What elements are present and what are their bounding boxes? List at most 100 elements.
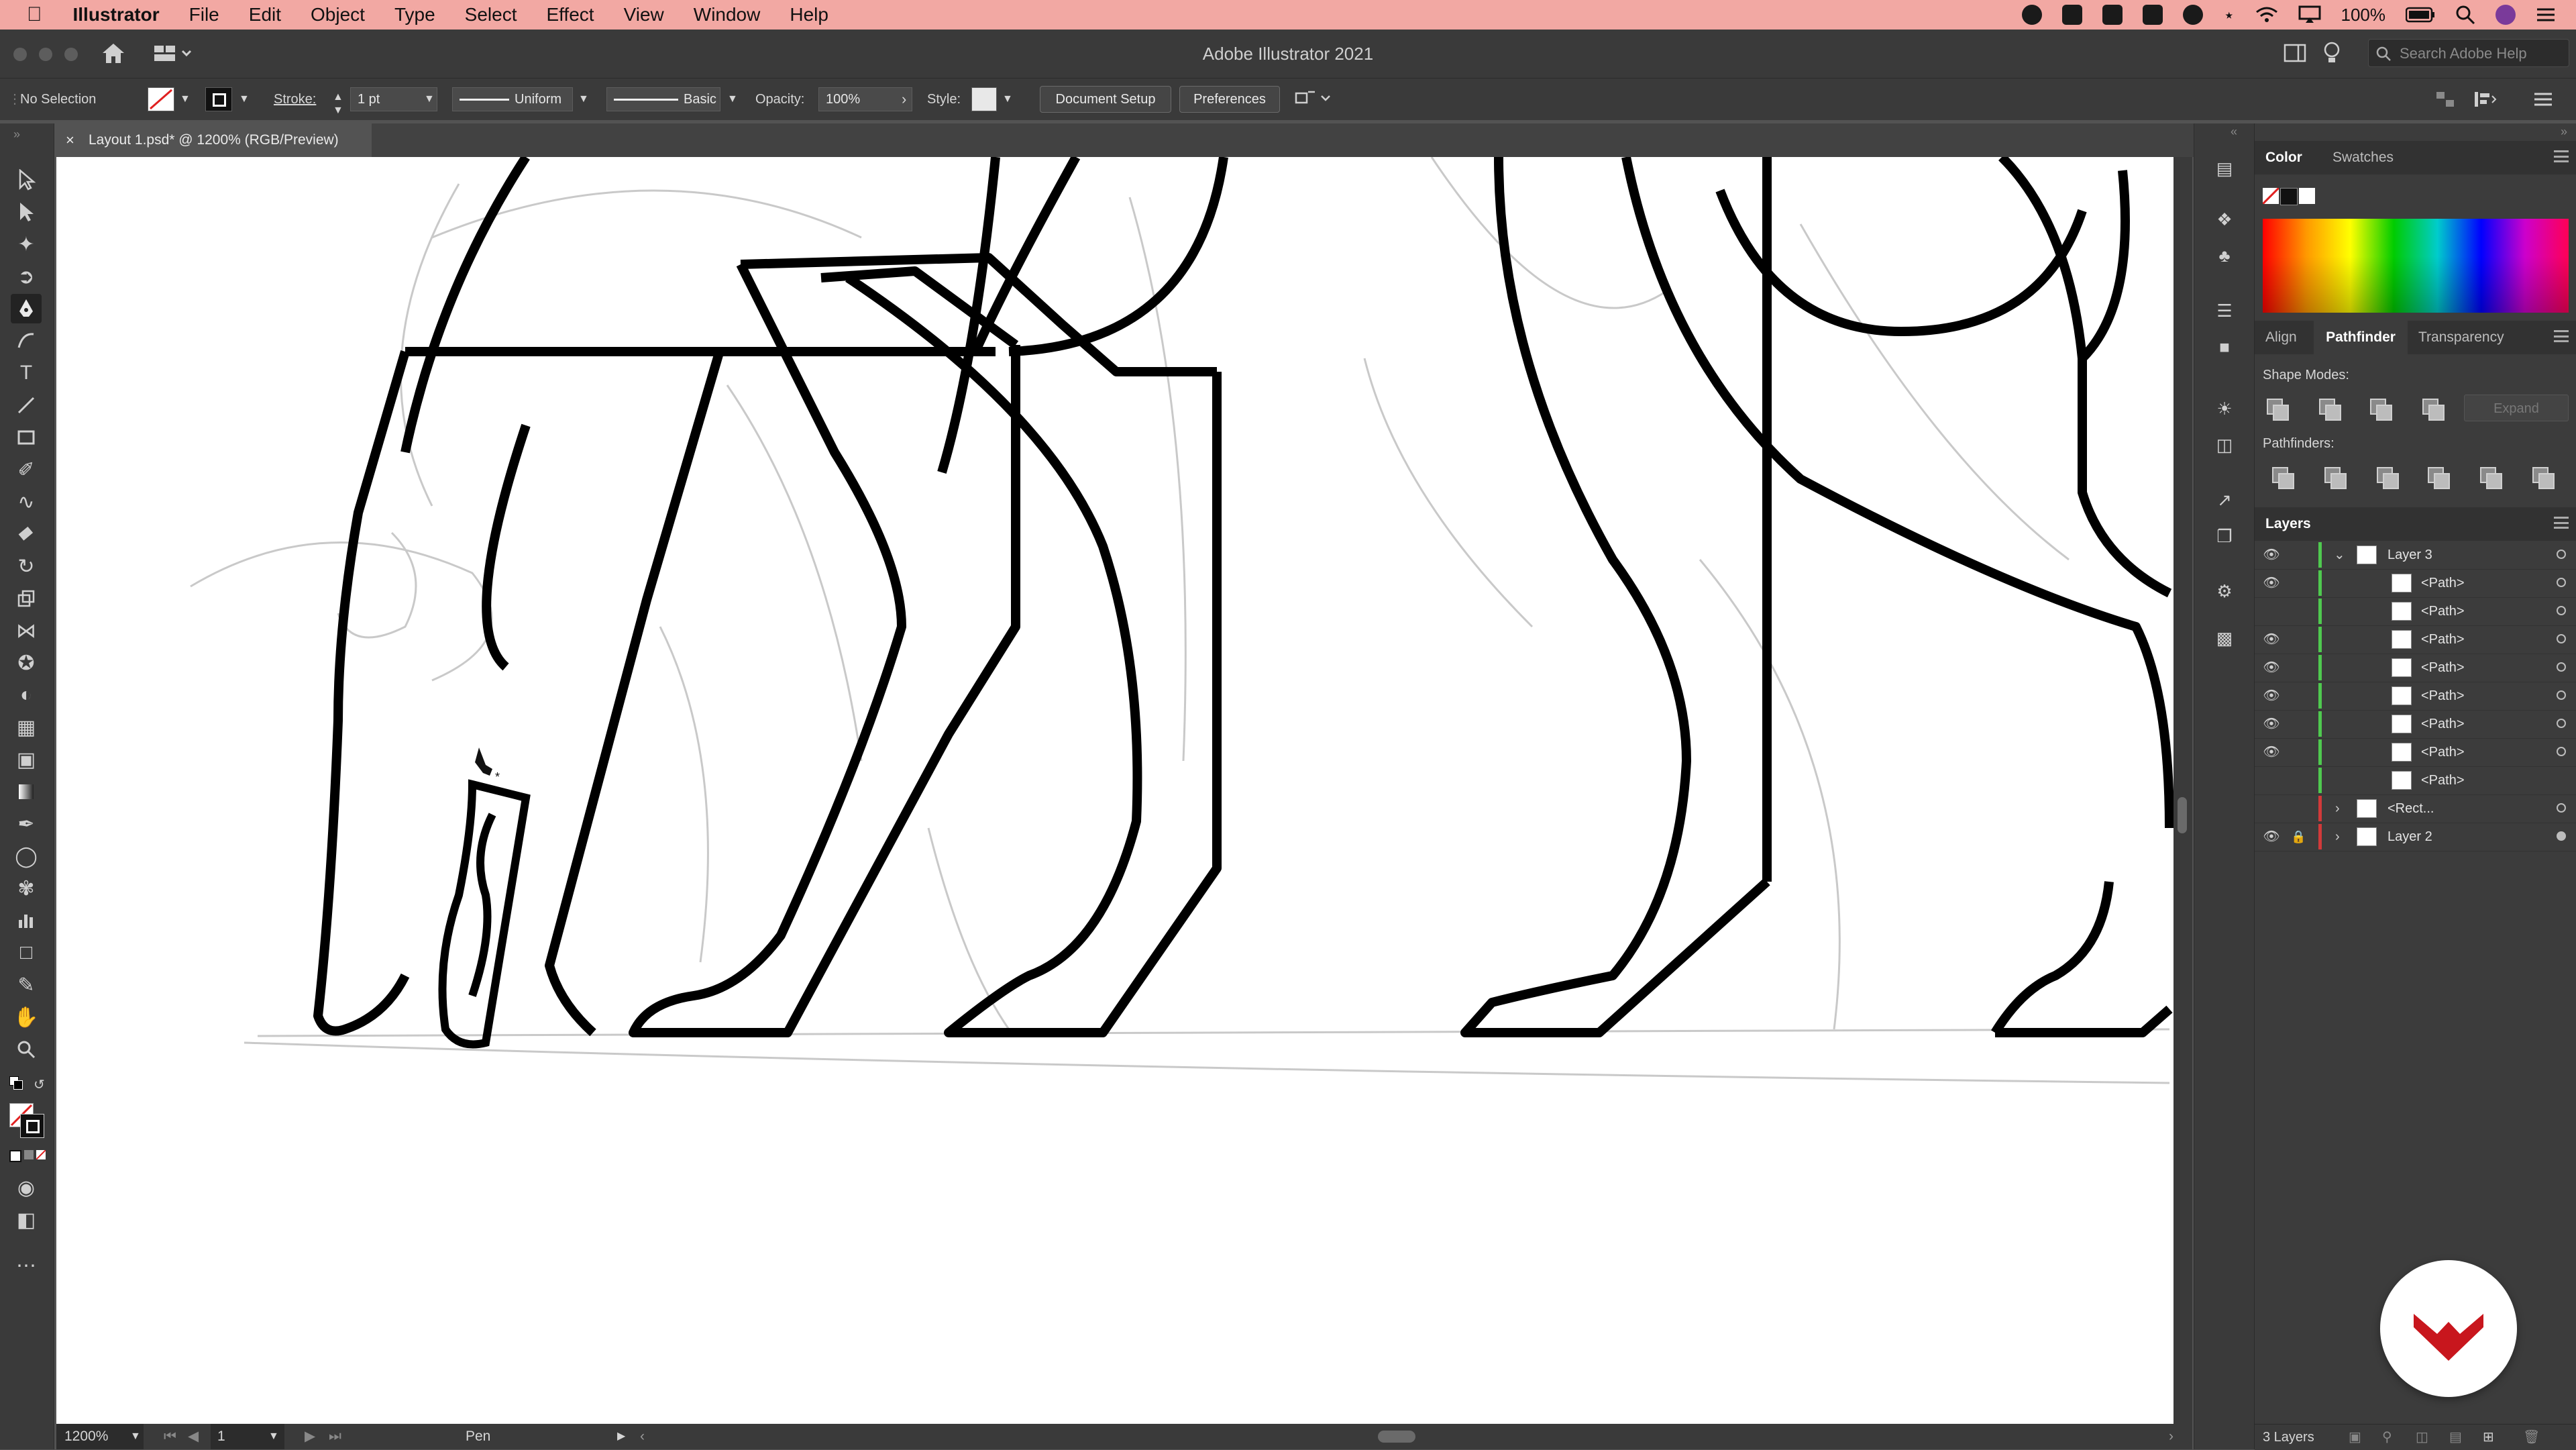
brush-dropdown-chevron-icon[interactable]: ▼	[727, 79, 738, 120]
stroke-color-indicator[interactable]	[20, 1114, 44, 1138]
expand-button[interactable]: Expand	[2464, 395, 2569, 421]
stroke-swatch[interactable]	[205, 87, 232, 111]
target-circle-icon[interactable]	[2557, 747, 2566, 756]
opacity-label[interactable]: Opacity:	[755, 79, 804, 120]
gradient-tool-icon[interactable]	[11, 777, 42, 807]
layer-row-path[interactable]: 👁 <Path>	[2255, 569, 2576, 598]
default-colors-icon[interactable]	[9, 1076, 24, 1091]
rotate-tool-icon[interactable]: ↻	[11, 552, 42, 581]
first-artboard-icon[interactable]: ⏮	[164, 1424, 176, 1449]
puppet-warp-tool-icon[interactable]: ✪	[11, 648, 42, 678]
spotlight-search-icon[interactable]	[2455, 5, 2475, 25]
airplay-icon[interactable]	[2298, 5, 2321, 24]
variable-width-profile-dropdown[interactable]: Uniform	[452, 87, 573, 111]
layer-name[interactable]: <Path>	[2421, 710, 2465, 738]
layer-row-path[interactable]: 👁 <Path>	[2255, 738, 2576, 767]
isolate-selection-icon[interactable]	[2435, 91, 2455, 108]
lasso-tool-icon[interactable]: ➲	[11, 262, 42, 291]
unite-shape-mode-icon[interactable]	[2267, 399, 2289, 421]
paintbrush-tool-icon[interactable]: ✐	[11, 455, 42, 484]
layer-row-rectangle[interactable]: <Path>	[2255, 766, 2576, 795]
edit-toolbar-icon[interactable]: ⋯	[11, 1251, 42, 1280]
layer-name[interactable]: <Path>	[2421, 766, 2465, 794]
scale-tool-icon[interactable]	[11, 584, 42, 613]
keyboard-icon[interactable]	[2102, 5, 2123, 25]
tab-align[interactable]: Align	[2265, 321, 2297, 354]
artboards-panel-icon[interactable]: ❐	[2213, 525, 2236, 548]
target-circle-icon[interactable]	[2557, 719, 2566, 728]
layer-row-layer-3[interactable]: 👁 ⌄ Layer 3	[2255, 541, 2576, 570]
target-circle-icon[interactable]	[2557, 634, 2566, 643]
menu-view[interactable]: View	[624, 4, 664, 25]
opacity-expand-chevron-icon[interactable]: ›	[902, 79, 906, 120]
menu-select[interactable]: Select	[465, 4, 517, 25]
last-artboard-icon[interactable]: ⏭	[329, 1424, 341, 1449]
pathfinder-panel-menu-icon[interactable]	[2554, 330, 2569, 342]
stroke-weight-dropdown-icon[interactable]: ▼	[424, 79, 435, 120]
layer-row-path[interactable]: 👁 <Path>	[2255, 710, 2576, 739]
wifi-icon[interactable]	[2255, 6, 2278, 23]
horizontal-scroll-thumb[interactable]	[1378, 1431, 1415, 1443]
fill-swatch[interactable]	[148, 87, 174, 111]
close-tab-icon[interactable]: ×	[66, 123, 74, 157]
lightbulb-icon[interactable]	[2322, 42, 2341, 64]
layer-name[interactable]: <Path>	[2421, 597, 2465, 625]
color-panel-menu-icon[interactable]	[2554, 150, 2569, 162]
pen-tool-icon[interactable]	[11, 294, 42, 323]
vertical-scrollbar[interactable]	[2174, 157, 2192, 1424]
stroke-label[interactable]: Stroke:	[274, 79, 316, 120]
tab-swatches[interactable]: Swatches	[2332, 141, 2394, 174]
trim-pathfinder-icon[interactable]	[2324, 467, 2347, 489]
gradient-mode-icon[interactable]	[24, 1150, 34, 1159]
align-options-icon[interactable]	[1295, 89, 1332, 109]
target-circle-icon[interactable]	[2557, 662, 2566, 672]
shaper-tool-icon[interactable]: ∿	[11, 487, 42, 517]
style-dropdown-chevron-icon[interactable]: ▼	[1002, 79, 1013, 120]
visibility-eye-icon[interactable]: 👁	[2261, 823, 2282, 851]
color-panel-none-icon[interactable]	[2263, 188, 2279, 204]
magic-wand-tool-icon[interactable]: ✦	[11, 229, 42, 259]
menu-file[interactable]: File	[189, 4, 219, 25]
target-circle-icon[interactable]	[2557, 803, 2566, 813]
artboard-tool-icon[interactable]: □	[11, 938, 42, 968]
tab-transparency[interactable]: Transparency	[2418, 321, 2504, 354]
battery-icon[interactable]	[2406, 7, 2435, 23]
export-panel-icon[interactable]: ↗	[2213, 488, 2236, 511]
profile-dropdown-chevron-icon[interactable]: ▼	[578, 79, 589, 120]
none-mode-icon[interactable]	[36, 1150, 46, 1159]
symbol-sprayer-tool-icon[interactable]: ✾	[11, 874, 42, 903]
vertical-scroll-thumb[interactable]	[2178, 797, 2187, 833]
menu-effect[interactable]: Effect	[546, 4, 594, 25]
stroke-weight-stepper[interactable]: ▲ ▼	[333, 91, 343, 116]
tab-color[interactable]: Color	[2265, 141, 2302, 174]
layer-name[interactable]: <Rect...	[2387, 794, 2434, 823]
preferences-button[interactable]: Preferences	[1179, 86, 1280, 113]
expand-chevron-right-icon[interactable]: ›	[2335, 794, 2340, 823]
delete-layer-icon[interactable]: 🗑	[2523, 1425, 2540, 1450]
layer-row-path[interactable]: <Path>	[2255, 597, 2576, 626]
visibility-eye-icon[interactable]: 👁	[2261, 738, 2282, 766]
minus-back-pathfinder-icon[interactable]	[2532, 467, 2555, 489]
horizontal-scrollbar[interactable]: ‹ ›	[640, 1424, 2183, 1449]
crop-pathfinder-icon[interactable]	[2428, 467, 2450, 489]
layer-name[interactable]: <Path>	[2421, 738, 2465, 766]
scroll-right-icon[interactable]: ›	[2169, 1424, 2174, 1449]
expand-chevron-down-icon[interactable]: ⌄	[2334, 541, 2345, 569]
curvature-tool-icon[interactable]	[11, 326, 42, 356]
screen-mode-icon[interactable]: ◧	[11, 1205, 42, 1235]
layer-name[interactable]: Layer 3	[2387, 541, 2432, 569]
tab-layers[interactable]: Layers	[2265, 507, 2311, 541]
status-menu-icon[interactable]: ▶	[617, 1424, 625, 1449]
properties-panel-icon[interactable]: ▤	[2213, 157, 2236, 180]
visibility-eye-icon[interactable]: 👁	[2261, 625, 2282, 654]
crown-icon[interactable]	[2142, 5, 2163, 25]
artboard-dropdown-icon[interactable]: ▼	[268, 1424, 279, 1449]
brush-definition-dropdown[interactable]: Basic	[606, 87, 720, 111]
scroll-left-icon[interactable]: ‹	[640, 1424, 645, 1449]
fill-dropdown-chevron-icon[interactable]: ▼	[180, 79, 191, 120]
document-setup-button[interactable]: Document Setup	[1040, 86, 1171, 113]
stroke-panel-icon[interactable]: ☰	[2213, 299, 2236, 322]
app-status-icon[interactable]	[2061, 5, 2082, 25]
asset-export-icon[interactable]: ▩	[2213, 627, 2236, 650]
layer-row-layer-2[interactable]: › <Rect...	[2255, 794, 2576, 823]
